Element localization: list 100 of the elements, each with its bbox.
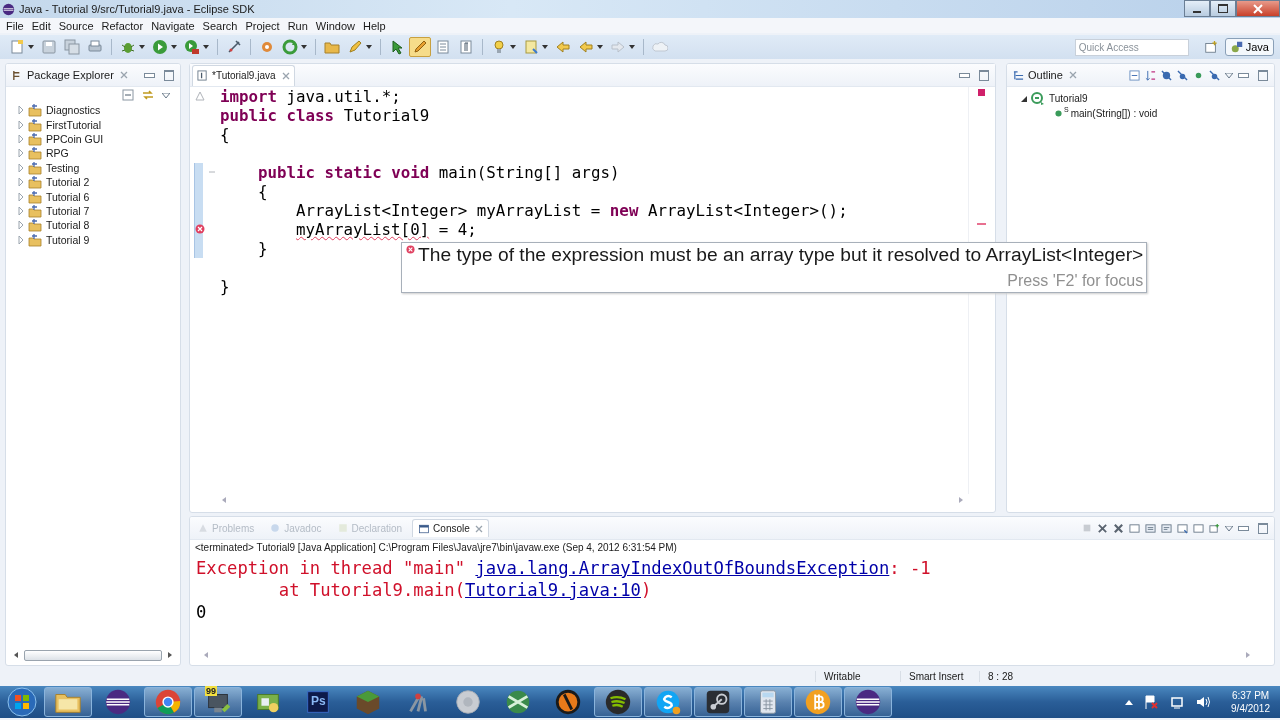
taskbar-button[interactable]: 99 bbox=[194, 687, 242, 717]
tree-item[interactable]: Tutorial 6 bbox=[18, 189, 180, 204]
hide-local-icon[interactable] bbox=[1209, 69, 1220, 81]
hide-static-icon[interactable] bbox=[1177, 69, 1188, 81]
view-tab[interactable]: Console bbox=[412, 519, 489, 537]
right-arrow-icon[interactable] bbox=[168, 652, 172, 658]
menu-item[interactable]: Edit bbox=[27, 19, 55, 32]
minimize-icon[interactable] bbox=[959, 72, 970, 78]
collapsed-arrow-icon[interactable] bbox=[18, 163, 24, 172]
perspective-button[interactable]: Java bbox=[1224, 38, 1274, 56]
horizontal-scrollbar[interactable] bbox=[14, 649, 172, 661]
tree-item[interactable]: Tutorial 7 bbox=[18, 203, 180, 219]
tree-item[interactable]: Tutorial 8 bbox=[18, 218, 180, 233]
tree-item[interactable]: RPG bbox=[18, 146, 180, 161]
pin-icon bbox=[226, 39, 242, 55]
collapsed-arrow-icon[interactable] bbox=[18, 178, 24, 187]
menu-item[interactable]: Project bbox=[241, 19, 284, 32]
quick-access-field[interactable]: Quick Access bbox=[1074, 38, 1189, 56]
maximize-icon[interactable] bbox=[979, 69, 989, 81]
taskbar-button[interactable] bbox=[44, 687, 92, 717]
close-icon[interactable] bbox=[1068, 71, 1077, 79]
minimize-icon[interactable] bbox=[1238, 525, 1249, 531]
outline-class-item[interactable]: Tutorial9 bbox=[1021, 91, 1274, 106]
network-icon[interactable] bbox=[1169, 694, 1186, 710]
remove-icon[interactable] bbox=[1097, 522, 1108, 534]
collapse-all-icon[interactable] bbox=[122, 89, 134, 101]
taskbar-button[interactable] bbox=[744, 687, 792, 717]
open-perspective-icon[interactable] bbox=[1203, 40, 1218, 54]
minimize-icon[interactable] bbox=[144, 72, 155, 78]
minimize-button[interactable] bbox=[1184, 0, 1210, 17]
link-icon[interactable] bbox=[142, 89, 154, 101]
menu-item[interactable]: Source bbox=[54, 19, 98, 32]
flag-icon[interactable] bbox=[1143, 694, 1160, 710]
word-wrap-icon[interactable] bbox=[1161, 522, 1172, 534]
collapsed-arrow-icon[interactable] bbox=[18, 192, 24, 201]
menu-item[interactable]: Navigate bbox=[147, 19, 199, 32]
sort-icon[interactable] bbox=[1145, 69, 1156, 81]
menu-item[interactable]: Search bbox=[198, 19, 242, 32]
menu-item[interactable]: File bbox=[2, 19, 28, 32]
open-console-icon[interactable] bbox=[1209, 522, 1220, 534]
left-arrow-icon[interactable] bbox=[14, 652, 18, 658]
highlighter-icon bbox=[412, 39, 428, 55]
console-link[interactable]: Tutorial9.java:10 bbox=[465, 580, 641, 600]
panel-title[interactable]: Outline bbox=[1028, 69, 1063, 81]
menu-item[interactable]: Refactor bbox=[97, 19, 148, 32]
maximize-icon[interactable] bbox=[164, 69, 174, 81]
taskbar-button[interactable] bbox=[644, 687, 692, 717]
error-icon[interactable] bbox=[195, 224, 205, 234]
tree-item[interactable]: FirstTutorial bbox=[18, 117, 180, 132]
maximize-icon[interactable] bbox=[1258, 522, 1268, 534]
maximize-button[interactable] bbox=[1210, 0, 1236, 17]
taskbar-button[interactable] bbox=[594, 687, 642, 717]
close-icon[interactable] bbox=[281, 71, 290, 80]
close-icon[interactable] bbox=[474, 524, 483, 533]
outline-method-item[interactable]: $^{S}$ main(String[]) : void bbox=[1021, 106, 1274, 121]
taskbar-button[interactable]: Ps bbox=[294, 687, 342, 717]
error-icon bbox=[406, 245, 415, 254]
printer-icon bbox=[87, 39, 103, 55]
tree-item[interactable]: Tutorial 2 bbox=[18, 174, 180, 190]
taskbar-button[interactable] bbox=[844, 687, 892, 717]
view-menu-icon[interactable] bbox=[162, 92, 170, 98]
scroll-lock-icon[interactable] bbox=[1145, 522, 1156, 534]
menu-item[interactable]: Run bbox=[283, 19, 312, 32]
taskbar-button[interactable] bbox=[794, 687, 842, 717]
view-menu-icon[interactable] bbox=[1225, 72, 1233, 78]
javadoc-icon bbox=[269, 522, 282, 534]
collapsed-arrow-icon[interactable] bbox=[18, 221, 24, 230]
close-icon[interactable] bbox=[119, 71, 128, 79]
outline-icon bbox=[1013, 69, 1024, 81]
clear-console-icon[interactable] bbox=[1129, 522, 1140, 534]
collapsed-arrow-icon[interactable] bbox=[18, 235, 24, 244]
view-menu-icon[interactable] bbox=[1225, 525, 1233, 531]
clock[interactable]: 6:37 PM 9/4/2012 bbox=[1231, 689, 1270, 715]
remove-all-icon[interactable] bbox=[1113, 522, 1124, 534]
tree-item[interactable]: Testing bbox=[18, 160, 180, 175]
pin-console-icon[interactable] bbox=[1177, 522, 1188, 534]
collapse-all-icon[interactable] bbox=[1129, 69, 1140, 81]
close-button[interactable] bbox=[1236, 0, 1280, 17]
collapsed-arrow-icon[interactable] bbox=[18, 206, 24, 215]
expanded-arrow-icon[interactable] bbox=[1021, 95, 1027, 102]
speaker-icon[interactable] bbox=[1195, 694, 1212, 710]
folder-icon bbox=[28, 131, 42, 146]
menu-item[interactable]: Window bbox=[311, 19, 359, 32]
collapsed-arrow-icon[interactable] bbox=[18, 149, 24, 158]
toolbar-button[interactable] bbox=[409, 37, 431, 57]
tree-item[interactable]: PPCoin GUI bbox=[18, 131, 180, 147]
console-link[interactable]: java.lang.ArrayIndexOutOfBoundsException bbox=[475, 558, 890, 578]
collapsed-arrow-icon[interactable] bbox=[18, 120, 24, 129]
collapsed-arrow-icon[interactable] bbox=[18, 134, 24, 143]
minimize-icon[interactable] bbox=[1238, 72, 1249, 78]
maximize-icon[interactable] bbox=[1258, 69, 1268, 81]
warning-icon[interactable] bbox=[195, 91, 205, 101]
collapsed-arrow-icon[interactable] bbox=[18, 106, 24, 115]
tree-item[interactable]: Diagnostics bbox=[18, 103, 180, 118]
tree-item[interactable]: Tutorial 9 bbox=[18, 232, 180, 247]
hide-fields-icon[interactable] bbox=[1161, 69, 1172, 81]
show-hidden-icon[interactable] bbox=[1125, 699, 1134, 705]
display-console-icon[interactable] bbox=[1193, 522, 1204, 534]
menu-item[interactable]: Help bbox=[359, 19, 390, 32]
taskbar-button[interactable] bbox=[694, 687, 742, 717]
